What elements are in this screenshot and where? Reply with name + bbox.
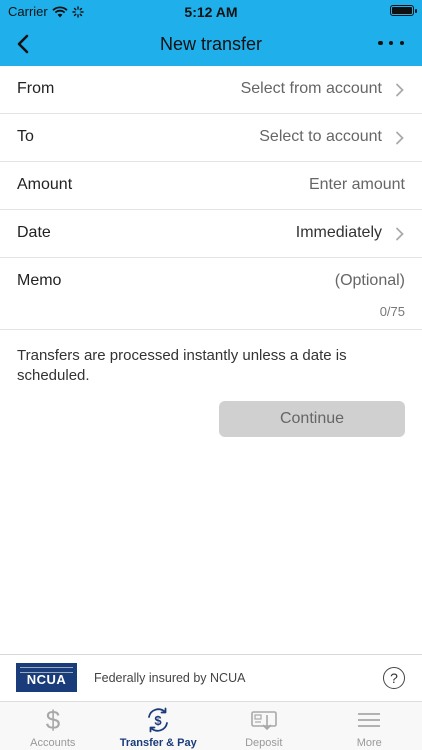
dot-icon xyxy=(399,40,404,46)
ncua-logo: NCUA xyxy=(16,663,77,692)
tab-transfer-pay[interactable]: $ Transfer & Pay xyxy=(106,702,212,750)
battery-icon xyxy=(390,5,417,16)
to-account-value: Select to account xyxy=(259,128,382,145)
memo-label: Memo xyxy=(17,272,62,289)
date-label: Date xyxy=(17,224,51,241)
amount-label: Amount xyxy=(17,176,73,193)
dot-icon xyxy=(388,40,394,46)
amount-row[interactable]: Amount Enter amount xyxy=(0,162,422,210)
tab-more[interactable]: More xyxy=(317,702,422,750)
from-account-value: Select from account xyxy=(240,80,382,97)
insurance-text: Federally insured by NCUA xyxy=(94,671,246,685)
more-options-button[interactable] xyxy=(378,32,404,54)
tab-bar: $ Accounts $ Transfer & Pay Deposit More xyxy=(0,701,422,750)
ncua-insurance-bar: NCUA Federally insured by NCUA ? xyxy=(0,654,422,701)
memo-input[interactable]: (Optional) xyxy=(335,272,405,290)
header: Carrier 5:12 AM New transfer xyxy=(0,0,422,66)
tab-label: Transfer & Pay xyxy=(119,737,197,749)
nav-bar: New transfer xyxy=(0,24,422,64)
check-deposit-icon xyxy=(250,711,277,731)
memo-row[interactable]: Memo (Optional) 0/75 xyxy=(0,258,422,330)
tab-deposit[interactable]: Deposit xyxy=(211,702,317,750)
chevron-right-icon xyxy=(396,227,404,241)
transfer-form: From Select from account To Select to ac… xyxy=(0,66,422,330)
amount-input[interactable]: Enter amount xyxy=(309,176,405,194)
svg-text:$: $ xyxy=(46,706,61,734)
tab-label: More xyxy=(356,737,382,749)
svg-text:$: $ xyxy=(155,713,163,728)
tab-label: Deposit xyxy=(245,737,283,749)
menu-icon xyxy=(358,713,381,727)
date-row[interactable]: Date Immediately xyxy=(0,210,422,258)
chevron-right-icon xyxy=(396,131,404,145)
help-button[interactable]: ? xyxy=(383,667,405,689)
to-account-row[interactable]: To Select to account xyxy=(0,114,422,162)
question-mark-icon: ? xyxy=(390,670,398,686)
dot-icon xyxy=(378,40,383,46)
from-account-row[interactable]: From Select from account xyxy=(0,66,422,114)
continue-button[interactable]: Continue xyxy=(219,401,405,437)
to-label: To xyxy=(17,128,34,145)
date-value: Immediately xyxy=(295,224,382,241)
chevron-right-icon xyxy=(396,83,404,97)
tab-accounts[interactable]: $ Accounts xyxy=(0,702,106,750)
transfer-note: Transfers are processed instantly unless… xyxy=(17,347,347,384)
page-title: New transfer xyxy=(159,34,263,54)
dollar-icon: $ xyxy=(46,706,61,734)
from-label: From xyxy=(17,80,55,97)
tab-label: Accounts xyxy=(30,737,76,749)
memo-character-counter: 0/75 xyxy=(379,304,405,319)
status-time: 5:12 AM xyxy=(184,4,238,20)
transfer-dollar-icon: $ xyxy=(148,707,169,733)
status-bar: Carrier 5:12 AM xyxy=(0,0,422,22)
